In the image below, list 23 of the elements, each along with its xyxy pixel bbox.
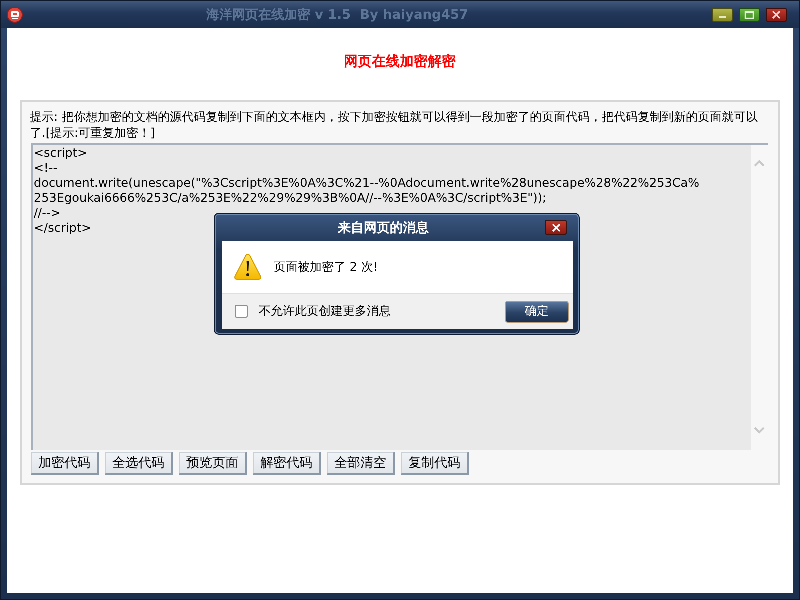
close-button[interactable] (766, 8, 787, 22)
app-icon (7, 6, 23, 22)
window-title: 海洋网页在线加密 v 1.5 By haiyang457 (206, 6, 470, 24)
encrypt-code-button[interactable]: 加密代码 (31, 452, 99, 475)
minimize-button[interactable] (712, 8, 733, 22)
select-all-button[interactable]: 全选代码 (105, 452, 173, 475)
maximize-button[interactable] (739, 8, 760, 22)
page-heading: 网页在线加密解密 (344, 52, 456, 72)
dialog-message: 页面被加密了 2 次! (274, 258, 378, 276)
maximize-icon (744, 10, 755, 18)
decrypt-code-button[interactable]: 解密代码 (253, 452, 321, 475)
preview-page-button[interactable]: 预览页面 (179, 452, 247, 475)
close-icon (771, 10, 782, 18)
dialog-title: 来自网页的消息 (336, 220, 430, 236)
checkbox-label[interactable]: 不允许此页创建更多消息 (259, 303, 505, 320)
close-icon (550, 224, 562, 232)
copy-code-button[interactable]: 复制代码 (401, 452, 469, 475)
checkbox[interactable] (235, 305, 248, 318)
hint-text: 提示: 把你想加密的文档的源代码复制到下面的文本框内，按下加密按钮就可以得到一段加密了的页面代码，把代码复制到新的页面就可以了.[提示:可重复加密！] (30, 109, 759, 141)
ok-button[interactable]: 确定 (505, 300, 569, 322)
clear-all-button[interactable]: 全部清空 (327, 452, 395, 475)
warning-icon (234, 253, 262, 281)
dialog-close-button[interactable] (545, 220, 567, 235)
